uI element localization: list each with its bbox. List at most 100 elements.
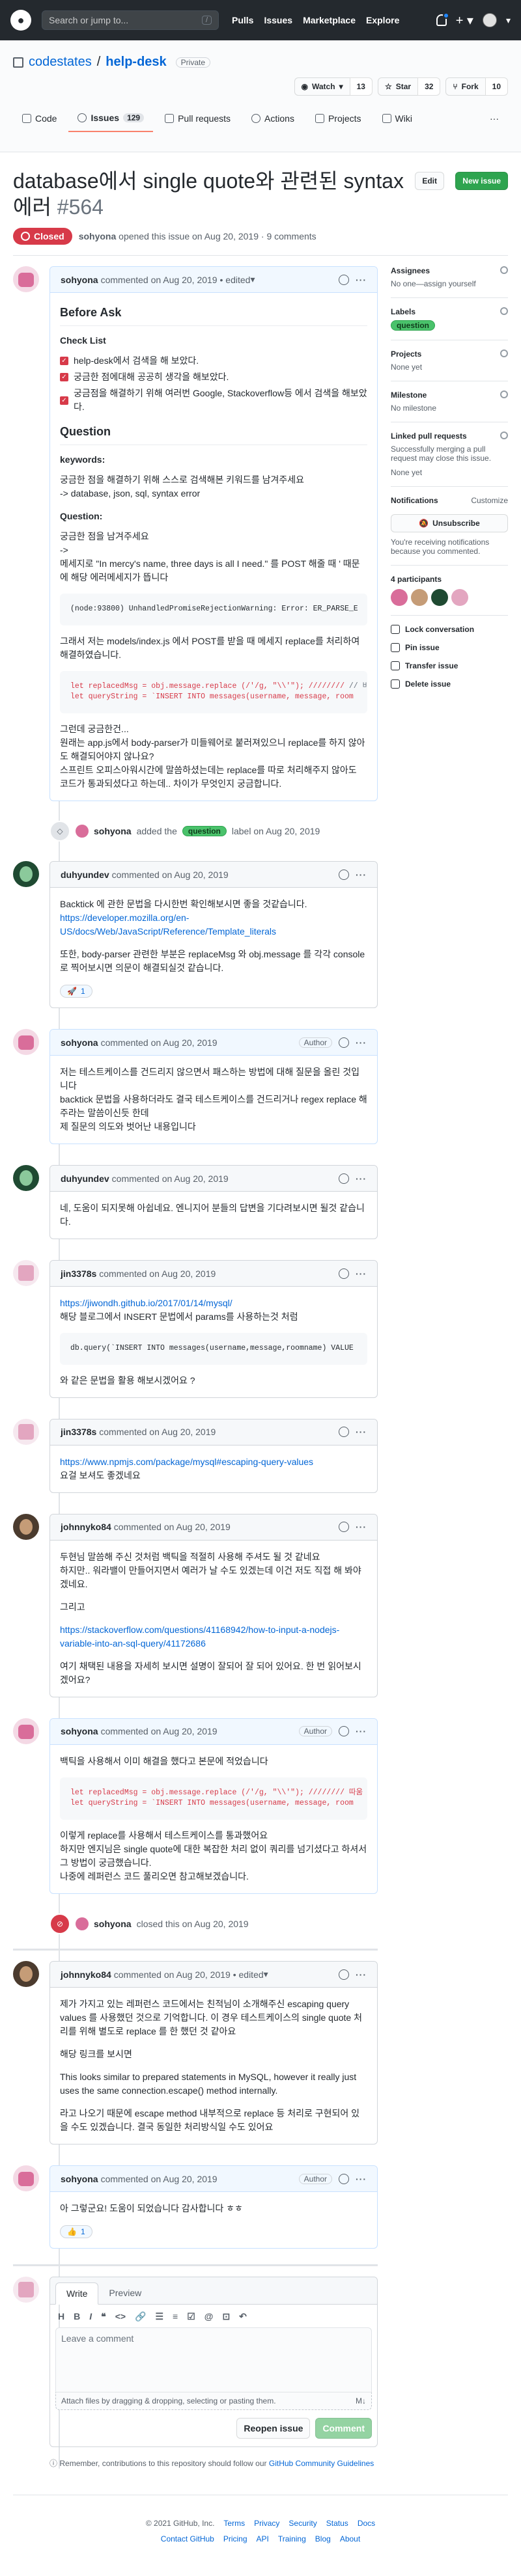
sidebar-projects[interactable]: Projects None yet	[391, 349, 508, 381]
italic-icon[interactable]: I	[89, 2311, 92, 2322]
reference-link[interactable]: https://jiwondh.github.io/2017/01/14/mys…	[60, 1298, 232, 1308]
comment-options-icon[interactable]: ···	[356, 1522, 367, 1532]
comment-options-icon[interactable]: ···	[356, 1726, 367, 1736]
comment-options-icon[interactable]: ···	[356, 1173, 367, 1184]
comment-author[interactable]: johnnyko84	[61, 1969, 111, 1980]
tab-issues[interactable]: Issues 129	[68, 107, 154, 132]
numbered-list-icon[interactable]: ≡	[173, 2311, 178, 2322]
reaction-thumbs-up[interactable]: 👍 1	[60, 2225, 92, 2239]
comment-options-icon[interactable]: ···	[356, 1037, 367, 1048]
add-reaction-icon[interactable]	[339, 1037, 349, 1048]
sidebar-milestone[interactable]: Milestone No milestone	[391, 391, 508, 422]
add-reaction-icon[interactable]	[339, 2173, 349, 2184]
avatar[interactable]	[13, 266, 39, 292]
transfer-issue-button[interactable]: Transfer issue	[391, 661, 508, 670]
delete-issue-button[interactable]: Delete issue	[391, 679, 508, 689]
reaction-rocket[interactable]: 🚀 1	[60, 985, 92, 998]
footer-link[interactable]: Security	[289, 2519, 317, 2528]
label-badge[interactable]: question	[391, 320, 435, 331]
sidebar-assignees[interactable]: Assignees No one—assign yourself	[391, 266, 508, 298]
participant-avatar[interactable]	[451, 589, 468, 606]
comment-options-icon[interactable]: ···	[356, 1969, 367, 1980]
comment-author[interactable]: sohyona	[61, 2174, 98, 2184]
comment-author[interactable]: sohyona	[61, 1726, 98, 1736]
comment-options-icon[interactable]: ···	[356, 1427, 367, 1437]
mention-icon[interactable]: @	[204, 2311, 214, 2322]
comment-options-icon[interactable]: ···	[356, 2174, 367, 2184]
avatar[interactable]	[76, 1917, 89, 1931]
comment-author[interactable]: duhyundev	[61, 870, 109, 880]
event-actor[interactable]: sohyona	[94, 826, 132, 836]
nav-issues[interactable]: Issues	[264, 15, 292, 25]
nav-explore[interactable]: Explore	[366, 15, 399, 25]
edit-title-button[interactable]: Edit	[415, 172, 444, 190]
avatar[interactable]	[13, 1029, 39, 1056]
bold-icon[interactable]: B	[74, 2311, 80, 2322]
user-avatar[interactable]	[482, 13, 497, 27]
reply-icon[interactable]: ↶	[239, 2311, 247, 2322]
tab-preview[interactable]: Preview	[98, 2282, 152, 2304]
footer-link[interactable]: About	[340, 2534, 360, 2543]
avatar[interactable]	[13, 1961, 39, 1988]
star-count[interactable]: 32	[417, 77, 441, 96]
tab-write[interactable]: Write	[55, 2282, 99, 2305]
watch-count[interactable]: 13	[349, 77, 373, 96]
heading-icon[interactable]: H	[58, 2311, 64, 2322]
tab-wiki[interactable]: Wiki	[373, 107, 421, 132]
footer-link[interactable]: Blog	[315, 2534, 331, 2543]
footer-link[interactable]: Training	[278, 2534, 306, 2543]
tab-code[interactable]: Code	[13, 107, 66, 132]
attach-files-area[interactable]: Attach files by dragging & dropping, sel…	[55, 2392, 372, 2411]
gear-icon[interactable]	[500, 307, 508, 315]
pin-issue-button[interactable]: Pin issue	[391, 643, 508, 652]
reference-link[interactable]: https://www.npmjs.com/package/mysql#esca…	[60, 1457, 313, 1467]
sidebar-labels[interactable]: Labels question	[391, 307, 508, 340]
unsubscribe-button[interactable]: 🔕 Unsubscribe	[391, 514, 508, 532]
nav-pulls[interactable]: Pulls	[232, 15, 253, 25]
checkbox-checked-icon[interactable]: ✓	[60, 373, 68, 381]
add-reaction-icon[interactable]	[339, 274, 349, 285]
tab-projects[interactable]: Projects	[306, 107, 371, 132]
footer-link[interactable]: Contact GitHub	[161, 2534, 214, 2543]
notifications-bell-icon[interactable]	[436, 12, 449, 26]
comment-author[interactable]: sohyona	[61, 275, 98, 285]
gear-icon[interactable]	[500, 432, 508, 439]
add-reaction-icon[interactable]	[339, 1268, 349, 1279]
repo-owner-link[interactable]: codestates	[29, 55, 92, 70]
new-issue-button[interactable]: New issue	[455, 172, 508, 190]
add-reaction-icon[interactable]	[339, 1522, 349, 1533]
comment-button[interactable]: Comment	[315, 2418, 372, 2439]
cross-reference-icon[interactable]: ⊡	[222, 2311, 230, 2322]
fork-count[interactable]: 10	[485, 77, 508, 96]
checkbox-checked-icon[interactable]: ✓	[60, 396, 68, 405]
gear-icon[interactable]	[500, 391, 508, 398]
avatar[interactable]	[13, 1718, 39, 1744]
footer-link[interactable]: Terms	[223, 2519, 245, 2528]
comment-author[interactable]: johnnyko84	[61, 1522, 111, 1532]
add-reaction-icon[interactable]	[339, 869, 349, 880]
comment-author[interactable]: sohyona	[61, 1037, 98, 1048]
comment-author[interactable]: jin3378s	[61, 1268, 96, 1279]
nav-marketplace[interactable]: Marketplace	[303, 15, 356, 25]
comment-author[interactable]: jin3378s	[61, 1427, 96, 1437]
add-reaction-icon[interactable]	[339, 1173, 349, 1184]
gear-icon[interactable]	[500, 266, 508, 274]
add-reaction-icon[interactable]	[339, 1726, 349, 1737]
tab-more[interactable]: ···	[481, 107, 508, 132]
code-icon[interactable]: <>	[115, 2311, 126, 2322]
add-reaction-icon[interactable]	[339, 1427, 349, 1438]
label-badge[interactable]: question	[182, 826, 227, 837]
event-actor[interactable]: sohyona	[94, 1919, 132, 1929]
participant-avatar[interactable]	[431, 589, 448, 606]
comment-author[interactable]: duhyundev	[61, 1173, 109, 1184]
quote-icon[interactable]: ❝	[101, 2311, 106, 2322]
customize-link[interactable]: Customize	[471, 496, 508, 505]
avatar[interactable]	[76, 825, 89, 838]
avatar[interactable]	[13, 1260, 39, 1287]
watch-button[interactable]: ◉ Watch ▾	[294, 77, 350, 96]
comment-options-icon[interactable]: ···	[356, 870, 367, 880]
participant-avatar[interactable]	[411, 589, 428, 606]
avatar[interactable]	[13, 1513, 39, 1540]
gear-icon[interactable]	[500, 349, 508, 357]
reopen-issue-button[interactable]: Reopen issue	[236, 2418, 311, 2439]
